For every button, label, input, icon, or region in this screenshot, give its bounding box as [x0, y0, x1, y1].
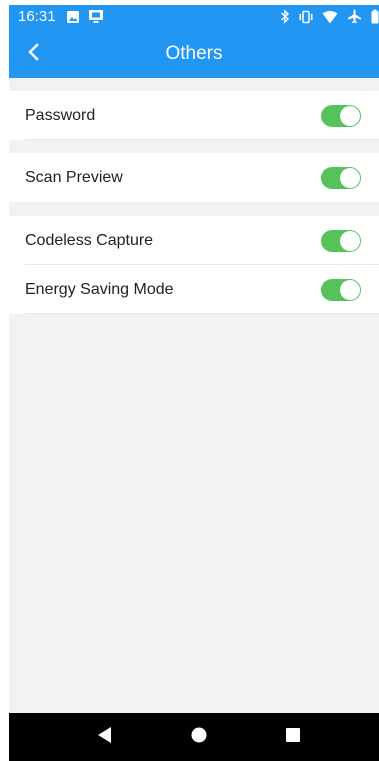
setting-label: Password [25, 106, 96, 124]
setting-row-codeless-capture: Codeless Capture [9, 216, 379, 265]
vibrate-icon [299, 9, 313, 28]
recents-square-icon [285, 727, 301, 747]
setting-label: Codeless Capture [25, 231, 154, 249]
toggle-knob [340, 279, 360, 300]
row-divider [25, 313, 379, 314]
setting-row-scan-preview: Scan Preview [9, 153, 379, 202]
app-bar: Others [9, 31, 379, 78]
nav-home-button[interactable] [187, 725, 211, 749]
back-triangle-icon [97, 726, 113, 748]
setting-label: Energy Saving Mode [25, 280, 174, 298]
screen-cast-icon [88, 9, 104, 28]
nav-back-button[interactable] [93, 725, 117, 749]
settings-group-password: Password [9, 91, 379, 140]
battery-icon [371, 9, 379, 28]
setting-label: Scan Preview [25, 168, 123, 186]
image-icon [66, 9, 80, 28]
settings-group-scan-preview: Scan Preview [9, 153, 379, 202]
settings-group-capture: Codeless Capture Energy Saving Mode [9, 216, 379, 314]
scan-preview-toggle[interactable] [321, 166, 361, 189]
system-nav-bar [9, 713, 379, 761]
toggle-knob [340, 167, 360, 188]
status-left-icons [66, 9, 104, 28]
status-bar: 16:31 [9, 5, 379, 31]
toggle-knob [340, 105, 360, 126]
status-time: 16:31 [18, 8, 56, 25]
home-circle-icon [190, 726, 208, 748]
energy-saving-mode-toggle[interactable] [321, 278, 361, 301]
password-toggle[interactable] [321, 104, 361, 127]
toggle-knob [340, 230, 360, 251]
row-divider [25, 139, 379, 140]
wifi-icon [322, 9, 338, 28]
nav-recents-button[interactable] [281, 725, 305, 749]
phone-screen: 16:31 Others Password Scan Preview Codel… [9, 5, 379, 761]
codeless-capture-toggle[interactable] [321, 229, 361, 252]
page-title: Others [165, 43, 223, 64]
airplane-icon [347, 9, 362, 28]
status-right-icons [280, 9, 379, 28]
setting-row-password: Password [9, 91, 379, 140]
setting-row-energy-saving-mode: Energy Saving Mode [9, 265, 379, 314]
bluetooth-icon [280, 9, 290, 28]
